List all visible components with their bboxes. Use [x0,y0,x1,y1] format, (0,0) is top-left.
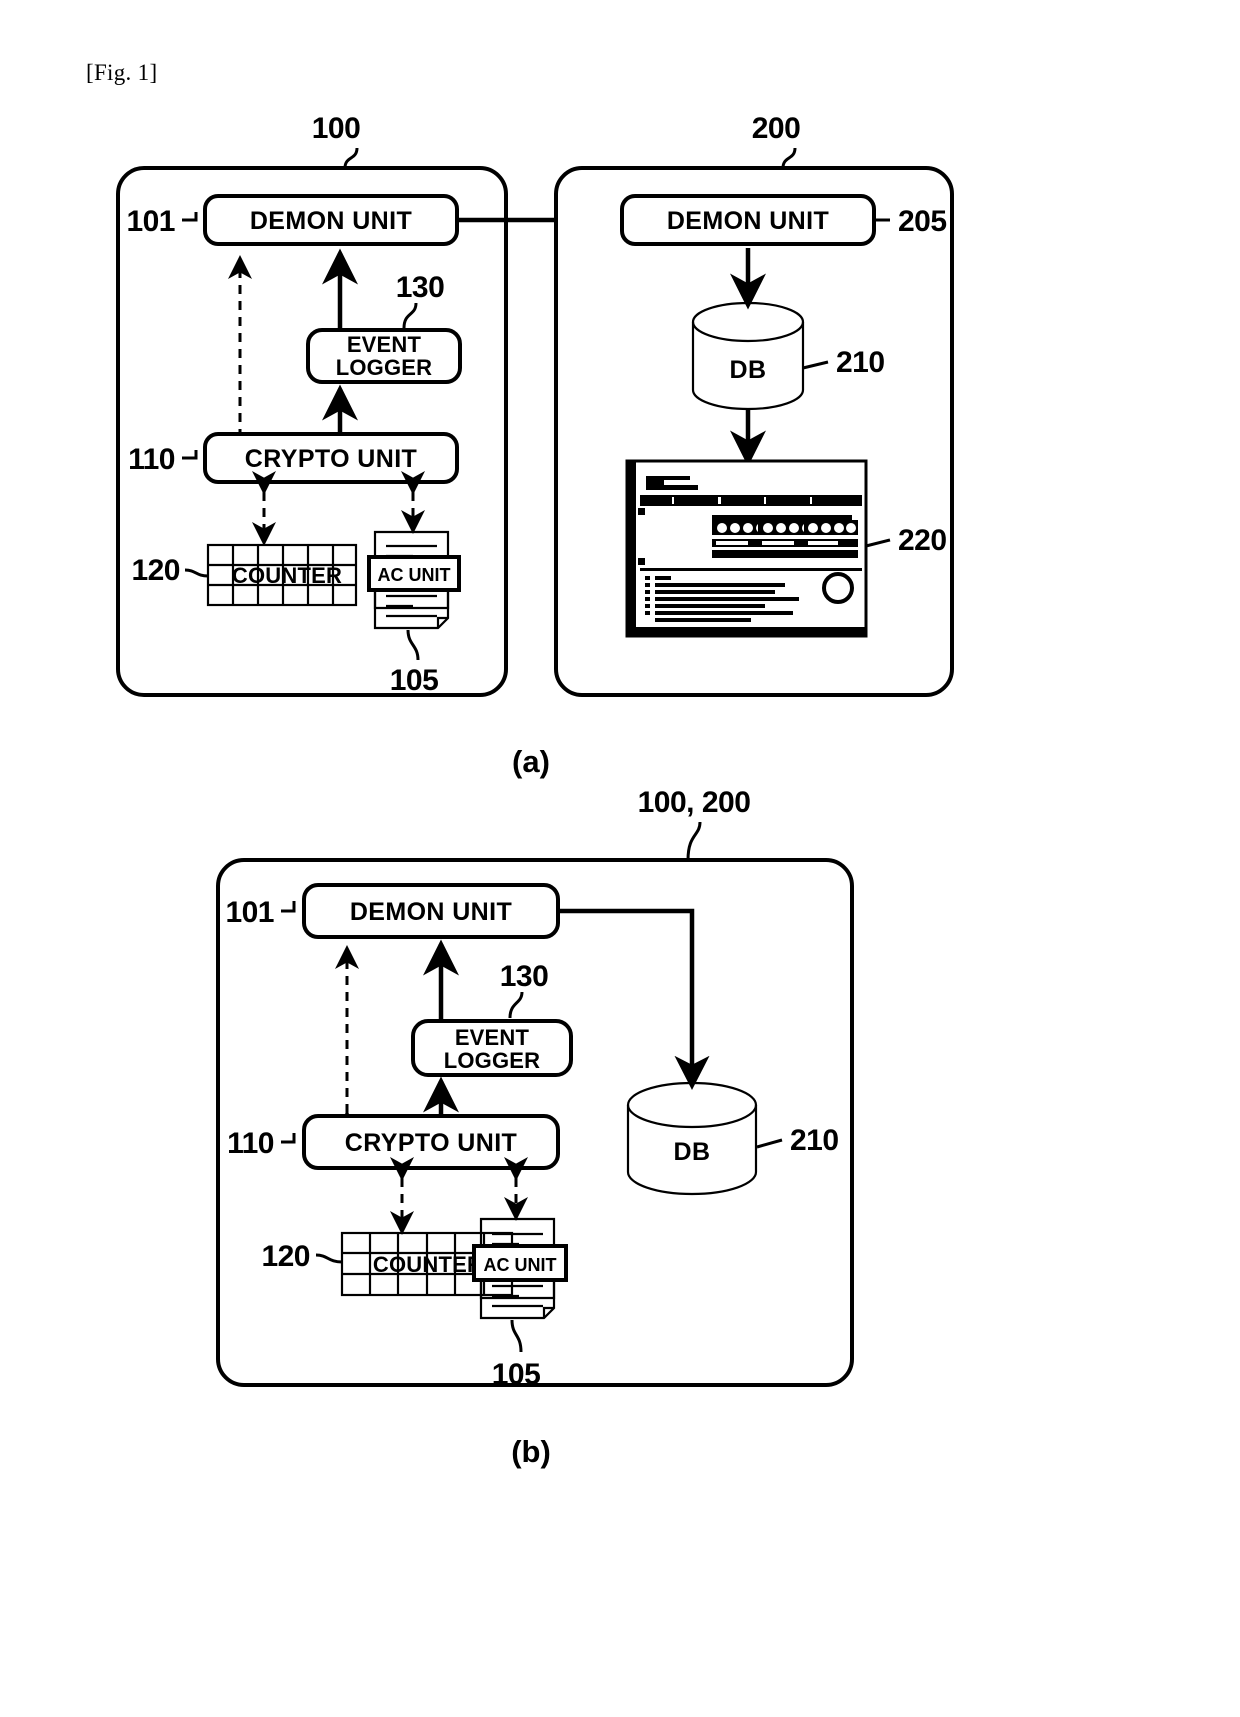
ref-label-105-b: 105 [492,1358,541,1391]
ref-label-101-a: 101 [126,205,175,238]
panel-b-event-logger-label-line1: EVENT [455,1025,530,1050]
panel-a-db-label: DB [730,356,767,384]
panel-a-counter-label: COUNTER [232,563,342,588]
panel-b-db-label: DB [674,1138,711,1166]
caption-b: (b) [511,1434,551,1469]
ref-label-120-a: 120 [131,554,180,587]
panel-b-event-logger-label-line2: LOGGER [444,1048,541,1073]
ref-label-110-b: 110 [227,1127,274,1160]
ref-label-210-b: 210 [790,1124,839,1157]
ref-label-200-a: 200 [752,112,801,145]
panel-b-ac-unit-label: AC UNIT [484,1255,557,1275]
ref-200-leader [781,147,797,169]
ref-label-105-a: 105 [390,664,439,697]
panel-a-event-logger-label-line1: EVENT [347,332,422,357]
ref-label-100-a: 100 [312,112,361,145]
figure-canvas: 100 DEMON UNIT 101 EVENT LOGGER 130 CRYP… [0,0,1240,1717]
ref-label-120-b: 120 [261,1240,310,1273]
panel-a-ac-unit-label: AC UNIT [378,565,451,585]
panel-b-demon-unit-label: DEMON UNIT [350,898,512,926]
ref-100-leader [343,147,359,169]
panel-a-server-demon-unit-label: DEMON UNIT [667,207,829,235]
ref-label-130-a: 130 [396,271,445,304]
panel-a-demon-unit-label: DEMON UNIT [250,207,412,235]
ref-label-220: 220 [898,524,947,557]
panel-b-counter-label: COUNTER [373,1252,483,1277]
panel-a-crypto-unit-label: CRYPTO UNIT [245,445,417,473]
ref-100-200-leader [686,821,702,861]
panel-b-crypto-unit-label: CRYPTO UNIT [345,1129,517,1157]
ref-label-100-200: 100, 200 [638,786,751,819]
ref-label-110-a: 110 [128,443,175,476]
panel-a-event-logger-label-line2: LOGGER [336,355,433,380]
ref-label-210-a: 210 [836,346,885,379]
ref-label-130-b: 130 [500,960,549,993]
caption-a: (a) [512,744,550,779]
ref-label-101-b: 101 [225,896,274,929]
ref-label-205: 205 [898,205,947,238]
panel-a-web-page-mock [625,459,868,638]
